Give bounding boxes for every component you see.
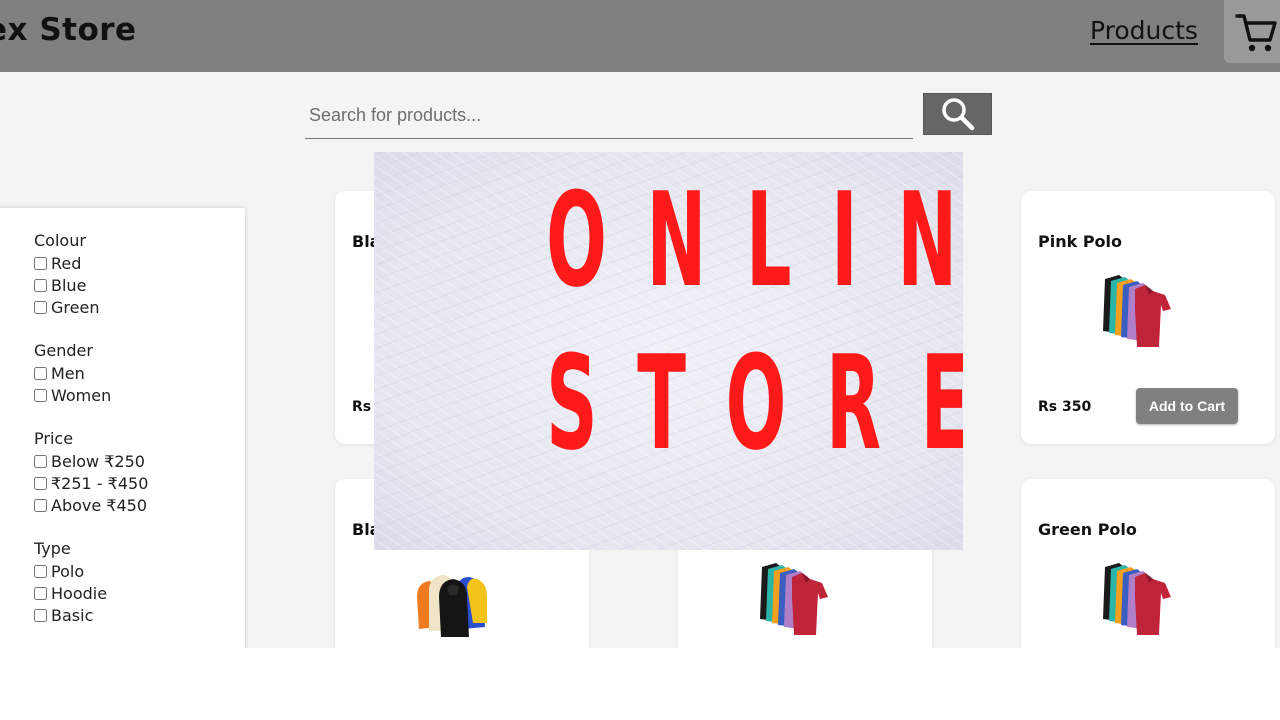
filter-option-label: Below ₹250: [51, 451, 145, 471]
filter-option-label: Above ₹450: [51, 495, 148, 515]
top-header: ex Store Products: [0, 0, 1280, 72]
checkbox-above-450[interactable]: [34, 498, 47, 512]
filter-option-label: Polo: [51, 561, 85, 581]
filter-option-label: Green: [51, 297, 100, 317]
filter-title-type: Type: [34, 539, 71, 558]
filter-option-hoodie[interactable]: Hoodie: [34, 582, 107, 604]
filter-option-label: Blue: [51, 275, 87, 295]
filter-option-green[interactable]: Green: [34, 296, 99, 318]
filter-group-gender: Gender Men Women: [34, 340, 111, 406]
filter-option-basic[interactable]: Basic: [34, 604, 107, 626]
filter-option-label: Men: [51, 363, 85, 383]
filter-title-colour: Colour: [34, 231, 86, 250]
filter-option-label: ₹251 - ₹450: [51, 473, 149, 493]
filter-group-type: Type Polo Hoodie Basic: [34, 538, 107, 626]
banner-line-1: ONLINE: [546, 164, 963, 316]
product-price: Rs 350: [1038, 399, 1092, 415]
filter-option-251-450[interactable]: ₹251 - ₹450: [34, 472, 148, 494]
product-card[interactable]: Green Polo: [1021, 479, 1275, 648]
filter-title-price: Price: [34, 429, 74, 448]
filter-option-label: Hoodie: [51, 583, 108, 603]
search-button[interactable]: [923, 93, 992, 135]
cart-button[interactable]: [1224, 0, 1280, 63]
filter-group-colour: Colour Red Blue Green: [34, 230, 99, 318]
checkbox-men[interactable]: [34, 366, 47, 380]
online-store-banner: ONLINE STORE: [374, 152, 963, 550]
polo-shirt-image: [1103, 275, 1171, 347]
filter-option-men[interactable]: Men: [34, 362, 111, 384]
checkbox-red[interactable]: [34, 256, 47, 270]
brand-title[interactable]: ex Store: [0, 12, 137, 48]
filter-option-label: Red: [51, 253, 82, 273]
filter-option-above-450[interactable]: Above ₹450: [34, 494, 148, 516]
checkbox-women[interactable]: [34, 388, 47, 402]
checkbox-blue[interactable]: [34, 278, 47, 292]
checkbox-basic[interactable]: [34, 608, 47, 622]
checkbox-below-250[interactable]: [34, 454, 47, 468]
page-viewport: ex Store Products Colour Red Blue Green …: [0, 0, 1280, 648]
checkbox-251-450[interactable]: [34, 476, 47, 490]
checkbox-hoodie[interactable]: [34, 586, 47, 600]
filter-option-blue[interactable]: Blue: [34, 274, 99, 296]
banner-line-2: STORE: [546, 327, 963, 479]
checkbox-polo[interactable]: [34, 564, 47, 578]
add-to-cart-button[interactable]: Add to Cart: [1136, 388, 1238, 424]
cart-icon: [1235, 13, 1277, 51]
filter-group-price: Price Below ₹250 ₹251 - ₹450 Above ₹450: [34, 428, 148, 516]
product-title: Green Polo: [1038, 520, 1137, 539]
filter-title-gender: Gender: [34, 341, 93, 360]
filter-sidebar: Colour Red Blue Green Gender Men Women P…: [0, 208, 245, 648]
filter-option-red[interactable]: Red: [34, 252, 99, 274]
hoodie-image: [417, 575, 487, 637]
search-icon: [941, 98, 974, 131]
filter-option-polo[interactable]: Polo: [34, 560, 107, 582]
nav-products-link[interactable]: Products: [1090, 16, 1198, 45]
checkbox-green[interactable]: [34, 300, 47, 314]
polo-shirt-image: [760, 563, 828, 635]
filter-option-below-250[interactable]: Below ₹250: [34, 450, 148, 472]
filter-option-label: Women: [51, 385, 112, 405]
product-title: Pink Polo: [1038, 232, 1123, 251]
product-card[interactable]: Pink Polo Rs 350 Add to Cart: [1021, 191, 1275, 444]
filter-option-women[interactable]: Women: [34, 384, 111, 406]
search-input[interactable]: [305, 92, 913, 139]
filter-option-label: Basic: [51, 605, 94, 625]
polo-shirt-image: [1103, 563, 1171, 635]
